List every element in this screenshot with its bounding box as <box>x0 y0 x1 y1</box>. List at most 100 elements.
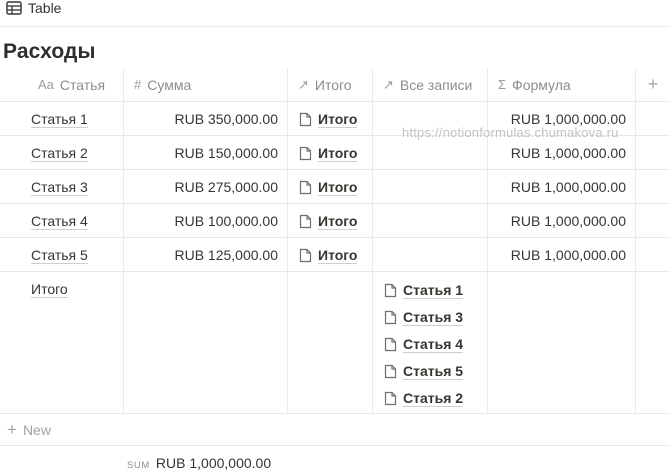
text-property-icon: Aa <box>38 77 54 92</box>
page-icon <box>299 214 312 229</box>
amount-value: RUB 275,000.00 <box>174 179 278 195</box>
table-row[interactable]: Статья 1 RUB 350,000.00 Итого RUB 1,000,… <box>0 102 670 136</box>
divider <box>0 26 670 27</box>
column-header-label: Формула <box>512 76 571 93</box>
column-header-all-records[interactable]: ↗ Все записи <box>372 68 487 101</box>
page-icon <box>299 248 312 263</box>
calculation-value: RUB 1,000,000.00 <box>155 455 272 471</box>
formula-cell: RUB 1,000,000.00 <box>487 102 635 135</box>
all-records-cell[interactable]: Статья 1 Статья 3 Статья 4 Статья 5 Стат… <box>372 272 487 413</box>
row-title[interactable]: Статья 5 <box>31 247 88 264</box>
total-relation-cell[interactable]: Итого <box>287 102 372 135</box>
column-header-total[interactable]: ↗ Итого <box>287 68 372 101</box>
relation-link[interactable]: Статья 4 <box>384 336 464 353</box>
relation-label: Итого <box>318 145 358 162</box>
column-calculation-sum[interactable]: SUM RUB 1,000,000.00 <box>127 455 271 471</box>
view-tab-table[interactable]: Table <box>6 0 61 16</box>
table-row[interactable]: Статья 4 RUB 100,000.00 Итого RUB 1,000,… <box>0 204 670 238</box>
column-header-label: Итого <box>314 76 352 93</box>
total-relation-cell[interactable]: Итого <box>287 238 372 271</box>
amount-cell[interactable]: RUB 150,000.00 <box>123 136 287 169</box>
table-row[interactable]: Статья 2 RUB 150,000.00 Итого RUB 1,000,… <box>0 136 670 170</box>
relation-label: Статья 5 <box>403 363 464 380</box>
relation-label: Статья 2 <box>403 390 464 407</box>
title-cell[interactable]: Статья 2 <box>0 136 123 169</box>
relation-link[interactable]: Итого <box>299 179 358 196</box>
relation-label: Статья 1 <box>403 282 464 299</box>
all-records-cell[interactable] <box>372 238 487 271</box>
formula-cell: RUB 1,000,000.00 <box>487 136 635 169</box>
all-records-cell[interactable] <box>372 170 487 203</box>
total-relation-cell[interactable]: Итого <box>287 204 372 237</box>
relation-link[interactable]: Итого <box>299 145 358 162</box>
title-cell[interactable]: Итого <box>0 272 123 413</box>
row-title[interactable]: Статья 3 <box>31 179 88 196</box>
plus-icon: + <box>647 74 659 94</box>
page-icon <box>384 310 397 325</box>
title-cell[interactable]: Статья 5 <box>0 238 123 271</box>
relation-label: Итого <box>318 111 358 128</box>
formula-cell: RUB 1,000,000.00 <box>487 170 635 203</box>
empty-cell <box>635 204 670 237</box>
empty-cell <box>635 238 670 271</box>
relation-label: Итого <box>318 247 358 264</box>
page-icon <box>299 180 312 195</box>
row-title[interactable]: Итого <box>31 281 68 298</box>
relation-link[interactable]: Статья 2 <box>384 390 464 407</box>
total-relation-cell[interactable]: Итого <box>287 170 372 203</box>
database-table: Aa Статья # Сумма ↗ Итого ↗ Все записи Σ… <box>0 68 670 414</box>
formula-value: RUB 1,000,000.00 <box>510 213 626 229</box>
page-icon <box>384 391 397 406</box>
table-row[interactable]: Статья 5 RUB 125,000.00 Итого RUB 1,000,… <box>0 238 670 272</box>
add-column-button[interactable]: + <box>635 68 670 101</box>
relation-link[interactable]: Статья 1 <box>384 282 464 299</box>
formula-cell: RUB 1,000,000.00 <box>487 204 635 237</box>
relation-label: Итого <box>318 213 358 230</box>
all-records-cell[interactable] <box>372 136 487 169</box>
relation-property-icon: ↗ <box>383 76 394 92</box>
new-row-button[interactable]: + New <box>0 414 670 446</box>
amount-cell[interactable] <box>123 272 287 413</box>
amount-value: RUB 350,000.00 <box>174 111 278 127</box>
calculation-label: SUM <box>127 460 150 471</box>
amount-cell[interactable]: RUB 350,000.00 <box>123 102 287 135</box>
column-header-amount[interactable]: # Сумма <box>123 68 287 101</box>
row-title[interactable]: Статья 4 <box>31 213 88 230</box>
amount-cell[interactable]: RUB 100,000.00 <box>123 204 287 237</box>
relation-link[interactable]: Итого <box>299 247 358 264</box>
row-title[interactable]: Статья 1 <box>31 111 88 128</box>
title-cell[interactable]: Статья 3 <box>0 170 123 203</box>
page-icon <box>384 364 397 379</box>
amount-value: RUB 125,000.00 <box>174 247 278 263</box>
table-row[interactable]: Статья 3 RUB 275,000.00 Итого RUB 1,000,… <box>0 170 670 204</box>
row-title[interactable]: Статья 2 <box>31 145 88 162</box>
title-cell[interactable]: Статья 4 <box>0 204 123 237</box>
empty-cell <box>635 170 670 203</box>
title-cell[interactable]: Статья 1 <box>0 102 123 135</box>
relation-label: Статья 4 <box>403 336 464 353</box>
relation-label: Итого <box>318 179 358 196</box>
relation-link[interactable]: Статья 3 <box>384 309 464 326</box>
page-icon <box>384 337 397 352</box>
relation-link[interactable]: Итого <box>299 111 358 128</box>
empty-cell <box>635 136 670 169</box>
all-records-cell[interactable] <box>372 102 487 135</box>
amount-cell[interactable]: RUB 275,000.00 <box>123 170 287 203</box>
all-records-cell[interactable] <box>372 204 487 237</box>
column-header-label: Все записи <box>399 76 473 93</box>
page-title[interactable]: Расходы <box>3 40 95 64</box>
relation-link[interactable]: Итого <box>299 213 358 230</box>
column-header-title[interactable]: Aa Статья <box>0 68 123 101</box>
empty-cell <box>635 102 670 135</box>
total-relation-cell[interactable]: Итого <box>287 136 372 169</box>
plus-icon: + <box>7 419 17 439</box>
amount-value: RUB 100,000.00 <box>174 213 278 229</box>
amount-cell[interactable]: RUB 125,000.00 <box>123 238 287 271</box>
relation-link[interactable]: Статья 5 <box>384 363 464 380</box>
total-relation-cell[interactable] <box>287 272 372 413</box>
formula-value: RUB 1,000,000.00 <box>510 145 626 161</box>
column-header-formula[interactable]: Σ Формула <box>487 68 635 101</box>
table-row-summary[interactable]: Итого Статья 1 Статья 3 Статья 4 Статья … <box>0 272 670 414</box>
amount-value: RUB 150,000.00 <box>174 145 278 161</box>
formula-value: RUB 1,000,000.00 <box>510 111 626 127</box>
